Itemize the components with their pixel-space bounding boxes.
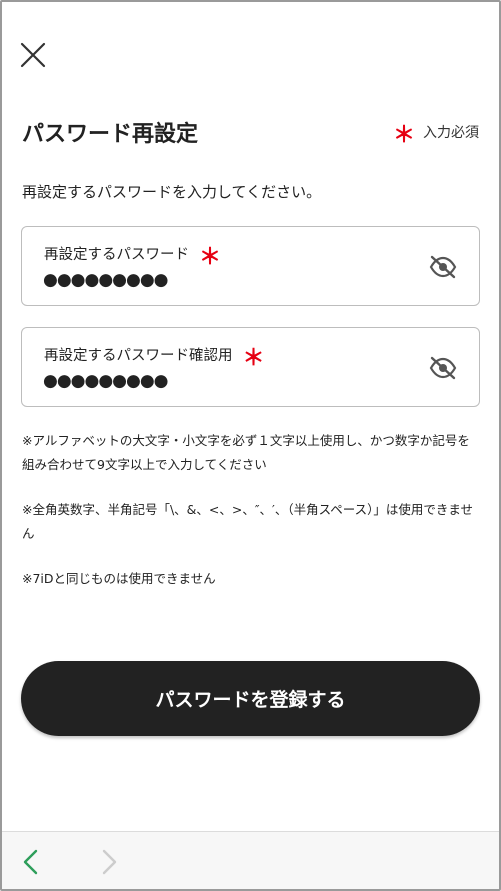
- page-title: パスワード再設定: [22, 122, 199, 147]
- field-label-text: 再設定するパスワード確認用: [44, 348, 233, 364]
- eye-slash-icon[interactable]: [429, 356, 457, 380]
- new-password-label: 再設定するパスワード ＊: [44, 243, 222, 270]
- register-password-button[interactable]: パスワードを登録する: [21, 661, 480, 736]
- confirm-password-field[interactable]: 再設定するパスワード確認用 ＊ ●●●●●●●●●: [21, 327, 480, 407]
- close-icon[interactable]: [20, 42, 46, 68]
- note-forbidden-chars: ※全角英数字、半角記号「\、&、<、>、″、′、（半角スペース）」は使用できませ…: [22, 502, 474, 541]
- required-asterisk: ＊: [242, 345, 265, 371]
- required-legend: ＊ 入力必須: [392, 122, 479, 148]
- new-password-field[interactable]: 再設定するパスワード ＊ ●●●●●●●●●: [21, 226, 480, 306]
- confirm-password-input[interactable]: ●●●●●●●●●: [43, 371, 169, 391]
- new-password-input[interactable]: ●●●●●●●●●: [43, 270, 169, 290]
- confirm-password-label: 再設定するパスワード確認用 ＊: [44, 344, 265, 371]
- bottom-nav-bar: [2, 831, 499, 889]
- field-label-text: 再設定するパスワード: [44, 247, 189, 263]
- chevron-right-icon[interactable]: [98, 848, 120, 876]
- instruction-text: 再設定するパスワードを入力してください。: [22, 183, 322, 201]
- required-asterisk: ＊: [199, 244, 222, 270]
- note-password-rules: ※アルファベットの大文字・小文字を必ず１文字以上使用し、かつ数字か記号を組み合わ…: [22, 433, 470, 472]
- required-label: 入力必須: [423, 125, 479, 141]
- eye-slash-icon[interactable]: [429, 255, 457, 279]
- note-7id: ※7iDと同じものは使用できません: [22, 571, 216, 586]
- chevron-left-icon[interactable]: [20, 848, 42, 876]
- required-asterisk: ＊: [392, 123, 415, 148]
